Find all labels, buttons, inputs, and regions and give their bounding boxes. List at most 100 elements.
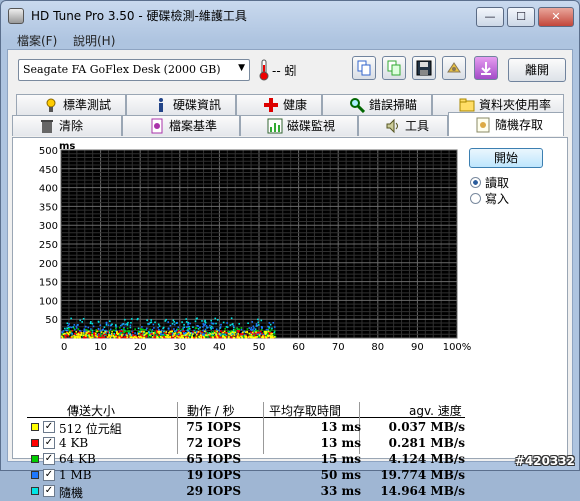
- screenshot-button[interactable]: [442, 56, 466, 80]
- scatter-point: [76, 336, 79, 339]
- scatter-point: [260, 326, 263, 328]
- scatter-point: [158, 332, 160, 335]
- tab-label: 工具: [405, 119, 430, 133]
- scatter-point: [129, 330, 131, 333]
- series-checkbox[interactable]: ✓: [43, 453, 55, 465]
- avg-speed: 4.124 MB/s: [388, 452, 465, 466]
- save-icon: [416, 60, 432, 76]
- tab-file-benchmark[interactable]: 檔案基準: [122, 115, 240, 136]
- scatter-point: [272, 321, 275, 324]
- menu-help[interactable]: 說明(H): [73, 32, 115, 49]
- y-tick-label: 450: [39, 165, 58, 176]
- minimize-button[interactable]: —: [476, 7, 504, 27]
- scatter-point: [136, 318, 139, 321]
- tab-erase[interactable]: 清除: [12, 115, 122, 136]
- radio-selected-icon: [470, 177, 481, 188]
- scatter-point: [73, 324, 76, 326]
- y-tick-label: 300: [39, 221, 58, 232]
- scatter-point: [229, 324, 232, 326]
- copy-button[interactable]: [352, 56, 376, 80]
- scatter-point: [84, 336, 87, 339]
- scatter-point: [172, 335, 174, 337]
- scatter-point: [233, 326, 235, 329]
- ops-per-second: 29 IOPS: [186, 484, 241, 498]
- app-window: HD Tune Pro 3.50 - 硬碟檢測-維護工具 — ☐ ✕ 檔案(F)…: [0, 0, 580, 500]
- scatter-point: [231, 336, 233, 339]
- y-tick-label: 150: [39, 278, 58, 289]
- scatter-point: [112, 334, 115, 337]
- screenshot-icon: [447, 62, 461, 73]
- series-checkbox[interactable]: ✓: [43, 421, 55, 433]
- transfer-size-label: 隨機: [59, 486, 84, 500]
- scatter-point: [176, 321, 178, 324]
- scatter-point: [213, 332, 216, 334]
- tab-disk-monitor[interactable]: 磁碟監視: [240, 115, 358, 136]
- scatter-point: [195, 336, 198, 339]
- scatter-point: [240, 328, 243, 331]
- tab-tools[interactable]: 工具: [358, 115, 448, 136]
- write-radio[interactable]: 寫入: [470, 190, 509, 207]
- scatter-point: [157, 323, 160, 326]
- scatter-point: [115, 327, 117, 330]
- scatter-point: [231, 331, 234, 333]
- tab-label: 磁碟監視: [287, 119, 336, 133]
- transfer-size-label: 4 KB: [59, 436, 89, 450]
- read-radio[interactable]: 讀取: [470, 174, 509, 191]
- tab-label: 標準測試: [63, 98, 112, 112]
- scatter-point: [90, 321, 92, 323]
- scatter-point: [214, 317, 217, 320]
- scatter-point: [255, 331, 257, 333]
- scatter-point: [96, 336, 99, 338]
- speaker-icon: [386, 118, 398, 134]
- random-access-icon: [476, 117, 490, 133]
- avg-access-time: 15 ms: [320, 452, 361, 466]
- series-checkbox[interactable]: ✓: [43, 437, 55, 449]
- app-icon: [8, 8, 24, 24]
- exit-button[interactable]: 離開: [508, 58, 566, 82]
- scatter-point: [121, 330, 124, 333]
- tab-random-access[interactable]: 隨機存取: [448, 112, 564, 136]
- tab-health[interactable]: 健康: [236, 94, 322, 115]
- scatter-point: [153, 327, 155, 329]
- scatter-point: [185, 318, 188, 320]
- scatter-point: [77, 324, 79, 326]
- result-row: ✓ 4 KB 72 IOPS 13 ms 0.281 MB/s: [31, 436, 465, 452]
- tab-disk-info[interactable]: 硬碟資訊: [126, 94, 236, 115]
- x-tick-label: 70: [332, 342, 345, 352]
- drive-select[interactable]: Seagate FA GoFlex Desk (2000 GB) ▼: [18, 59, 250, 81]
- scatter-point: [158, 329, 160, 331]
- thermometer-icon: [259, 59, 269, 81]
- scatter-point: [71, 336, 73, 338]
- scatter-point: [64, 336, 67, 339]
- maximize-button[interactable]: ☐: [507, 7, 535, 27]
- scatter-point: [168, 331, 170, 334]
- x-tick-label: 0: [61, 342, 67, 352]
- series-checkbox[interactable]: ✓: [43, 485, 55, 497]
- save-button[interactable]: [412, 56, 436, 80]
- scatter-point: [226, 332, 228, 334]
- scatter-point: [145, 335, 148, 337]
- tab-error-scan[interactable]: 錯誤掃瞄: [322, 94, 432, 115]
- scatter-point: [251, 321, 254, 323]
- read-radio-label: 讀取: [485, 176, 510, 190]
- copy-text-button[interactable]: [382, 56, 406, 80]
- scatter-point: [137, 327, 140, 330]
- y-tick-label: 500: [39, 146, 58, 157]
- scatter-point: [193, 336, 196, 339]
- title-bar[interactable]: HD Tune Pro 3.50 - 硬碟檢測-維護工具 — ☐ ✕: [1, 1, 579, 29]
- scatter-point: [141, 336, 143, 339]
- scatter-point: [237, 331, 240, 334]
- scatter-point: [144, 329, 146, 331]
- tab-label: 健康: [283, 98, 308, 112]
- start-button[interactable]: 開始: [469, 148, 543, 168]
- y-tick-label: 400: [39, 184, 58, 195]
- result-row: ✓ 隨機 29 IOPS 33 ms 14.964 MB/s: [31, 484, 465, 500]
- scatter-point: [194, 327, 197, 330]
- close-button[interactable]: ✕: [538, 7, 574, 27]
- menu-file[interactable]: 檔案(F): [17, 32, 57, 49]
- tab-benchmark[interactable]: 標準測試: [16, 94, 126, 115]
- scatter-point: [206, 332, 209, 334]
- scatter-point: [236, 329, 239, 332]
- scatter-point: [169, 336, 172, 339]
- download-button[interactable]: [474, 56, 498, 80]
